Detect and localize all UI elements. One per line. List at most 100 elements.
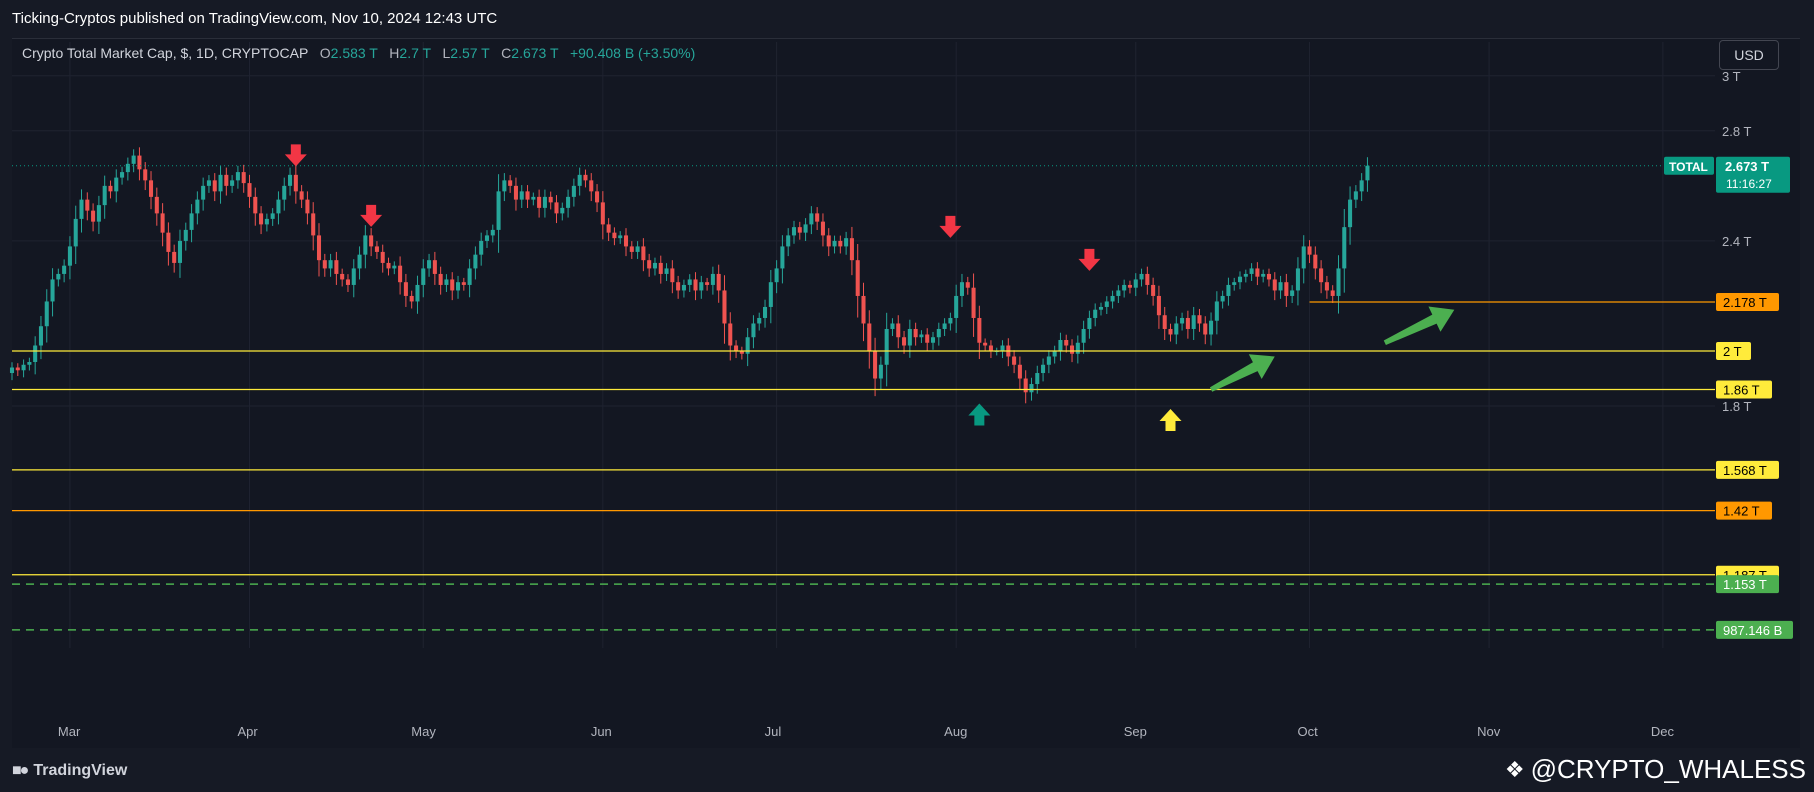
candle: [907, 319, 912, 358]
candle: [606, 218, 611, 242]
candle: [1237, 271, 1243, 290]
candle-body: [427, 260, 432, 269]
candle: [108, 180, 113, 199]
candle-body: [264, 218, 269, 225]
candle: [803, 218, 808, 242]
currency-button[interactable]: USD: [1719, 40, 1779, 70]
candle-body: [1116, 290, 1121, 296]
candle: [1243, 269, 1248, 283]
candle: [705, 277, 710, 291]
candle-body: [925, 334, 930, 343]
candle: [224, 167, 229, 196]
candle-body: [890, 323, 895, 329]
candle-body: [687, 279, 692, 285]
candle: [919, 330, 924, 343]
candle-body: [125, 163, 130, 173]
candle: [954, 284, 959, 333]
candle-body: [73, 218, 78, 247]
candle: [647, 253, 652, 277]
candle-body: [815, 213, 820, 222]
candle: [1197, 308, 1202, 332]
candle-body: [369, 235, 374, 247]
candle: [554, 195, 559, 224]
candle-body: [1012, 356, 1017, 365]
candle: [398, 256, 403, 295]
candle: [345, 274, 350, 292]
candle: [832, 235, 837, 254]
candle-body: [392, 265, 397, 269]
candle-body: [664, 268, 669, 274]
candle-body: [218, 174, 223, 192]
candle: [1012, 350, 1017, 374]
symbol-legend: Crypto Total Market Cap, $, 1D, CRYPTOCA…: [22, 45, 695, 61]
candle-body: [652, 262, 657, 269]
candle-body: [809, 213, 814, 225]
level-price-label: 2 T: [1723, 344, 1742, 359]
candle-body: [1075, 342, 1080, 354]
candle: [873, 337, 878, 397]
candle: [861, 282, 866, 342]
candle-body: [450, 279, 455, 291]
symbol-name[interactable]: Crypto Total Market Cap, $, 1D, CRYPTOCA…: [22, 45, 308, 61]
candle-body: [548, 196, 553, 203]
candle-body: [525, 191, 530, 200]
candle-body: [1313, 254, 1318, 269]
candle: [849, 226, 854, 276]
candle: [786, 228, 791, 257]
candle-body: [710, 273, 715, 285]
candle: [867, 310, 872, 369]
candle: [1307, 240, 1312, 264]
candle: [664, 263, 669, 281]
annotations: [284, 144, 1455, 432]
candle-body: [1243, 273, 1248, 277]
candle: [519, 185, 524, 208]
candle: [50, 268, 55, 317]
candle: [21, 359, 26, 378]
candle: [264, 213, 269, 232]
candle-body: [1098, 306, 1104, 310]
y-tick-label: 2.8 T: [1722, 124, 1751, 139]
candle: [728, 312, 733, 361]
candle: [1255, 262, 1260, 286]
candle: [1156, 285, 1161, 329]
close-label: C: [501, 45, 512, 61]
tradingview-logo[interactable]: ■● TradingView: [12, 762, 127, 780]
candle: [241, 164, 246, 193]
candle: [1272, 272, 1277, 301]
candle: [641, 238, 646, 272]
handle-text: @CRYPTO_WHALESS: [1530, 754, 1806, 784]
candle: [571, 178, 576, 207]
candle: [1353, 185, 1358, 208]
candle: [780, 235, 785, 284]
candle-body: [1191, 315, 1196, 329]
candle: [247, 174, 252, 208]
candle: [745, 327, 750, 367]
candle-body: [484, 235, 490, 241]
candle: [1023, 370, 1028, 404]
candle-body: [288, 174, 293, 186]
level-price-label: 987.146 B: [1723, 623, 1782, 638]
candle-body: [322, 260, 327, 269]
candlestick-chart[interactable]: 3 T 2.8 T 2.4 T 1.8 T Mar Apr May Jun Jul Aug Sep O…: [0, 0, 1814, 748]
candle: [896, 315, 901, 349]
x-tick-label: May: [411, 724, 436, 739]
candle: [380, 244, 385, 273]
candle-body: [560, 207, 565, 214]
candle: [548, 191, 553, 210]
candle: [600, 191, 605, 240]
candle-body: [195, 199, 200, 214]
candle: [589, 173, 594, 202]
x-tick-label: Nov: [1477, 724, 1501, 739]
candle-body: [537, 196, 542, 208]
candle: [96, 195, 101, 234]
arrow-down-icon: [360, 204, 383, 227]
candle-body: [502, 180, 507, 192]
candle-body: [606, 224, 611, 233]
candle-body: [716, 273, 721, 291]
candle: [1214, 291, 1219, 335]
candle: [114, 169, 119, 203]
candle-body: [786, 235, 791, 247]
candle: [33, 336, 38, 375]
candle-body: [1052, 351, 1057, 357]
candle: [542, 189, 547, 218]
